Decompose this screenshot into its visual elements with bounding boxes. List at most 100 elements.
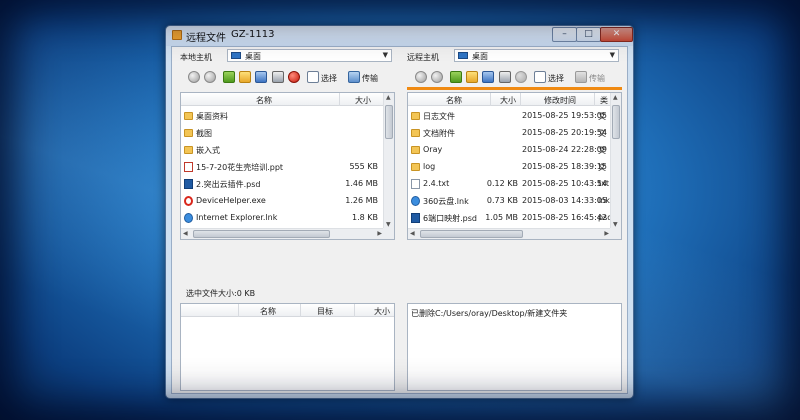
- file-name: 360云盘.lnk: [423, 197, 469, 206]
- back-icon[interactable]: [188, 71, 200, 83]
- column-type-header[interactable]: 类: [600, 95, 608, 106]
- remote-host-label: 远程主机: [407, 53, 439, 62]
- forward-icon[interactable]: [204, 71, 216, 83]
- refresh-icon[interactable]: [255, 71, 267, 83]
- transfer-name-header[interactable]: 名称: [260, 306, 276, 317]
- scroll-left-icon[interactable]: ◀: [410, 230, 415, 237]
- title-bar[interactable]: 远程文件 GZ-1113 – □ ✕: [166, 26, 633, 46]
- file-modified: 2015-08-25 19:53:05: [522, 111, 607, 120]
- file-modified: 2015-08-24 22:28:09: [522, 145, 607, 154]
- minimize-button[interactable]: –: [552, 27, 577, 42]
- transfer-size-header[interactable]: 大小: [374, 306, 390, 317]
- drive-icon[interactable]: [499, 71, 511, 83]
- file-size: 1.46 MB: [345, 179, 378, 188]
- column-name-header[interactable]: 名称: [446, 95, 462, 106]
- file-row[interactable]: log 2015-08-25 18:39:15 文: [408, 158, 611, 175]
- file-row[interactable]: 2.4.txt 0.12 KB 2015-08-25 10:43:54 txt: [408, 175, 611, 192]
- desktop-icon: [458, 52, 468, 59]
- file-size: 1.26 MB: [345, 196, 378, 205]
- scroll-left-icon[interactable]: ◀: [183, 230, 188, 237]
- file-size: 0.12 KB: [486, 179, 518, 188]
- remote-toolbar: 选择 传输: [407, 68, 622, 86]
- transfer-queue-header: 名称 目标 大小: [181, 304, 394, 317]
- local-transfer-button[interactable]: 传输: [362, 73, 378, 84]
- file-row[interactable]: 嵌入式: [181, 141, 384, 158]
- remote-transfer-button[interactable]: 传输: [589, 73, 605, 84]
- remote-file-list: 名称 大小 修改时间 类 日志文件 2015-08-25 19:53:05 文文档附…: [407, 92, 622, 240]
- column-name-header[interactable]: 名称: [256, 95, 272, 106]
- file-size: 0.73 KB: [486, 196, 518, 205]
- maximize-button[interactable]: □: [576, 27, 601, 42]
- local-toolbar: 选择 传输: [180, 68, 395, 86]
- scroll-down-icon[interactable]: ▼: [386, 221, 391, 228]
- file-name: Internet Explorer.lnk: [196, 213, 278, 222]
- scroll-thumb[interactable]: [420, 230, 523, 238]
- scroll-up-icon[interactable]: ▲: [386, 94, 391, 101]
- file-row[interactable]: Internet Explorer.lnk 1.8 KB: [181, 209, 384, 226]
- scroll-right-icon[interactable]: ▶: [604, 230, 609, 237]
- up-folder-icon[interactable]: [223, 71, 235, 83]
- folder-icon: [411, 112, 420, 120]
- file-modified: 2015-08-25 10:43:54: [522, 179, 607, 188]
- local-select-button[interactable]: 选择: [321, 73, 337, 84]
- local-path-dropdown[interactable]: 桌面 ▼: [227, 49, 392, 62]
- column-modified-header[interactable]: 修改时间: [544, 95, 576, 106]
- forward-icon[interactable]: [431, 71, 443, 83]
- transfer-target-header[interactable]: 目标: [317, 306, 333, 317]
- scroll-right-icon[interactable]: ▶: [377, 230, 382, 237]
- column-size-header[interactable]: 大小: [355, 95, 371, 106]
- window-host-code: GZ-1113: [231, 29, 275, 40]
- column-size-header[interactable]: 大小: [500, 95, 516, 106]
- file-type: 文: [598, 112, 606, 121]
- scroll-up-icon[interactable]: ▲: [613, 94, 618, 101]
- chevron-down-icon[interactable]: ▼: [383, 51, 388, 59]
- folder-icon: [411, 146, 420, 154]
- new-folder-icon[interactable]: [239, 71, 251, 83]
- file-row[interactable]: 15-7-20花生壳培训.ppt 555 KB: [181, 158, 384, 175]
- file-row[interactable]: 360云盘.lnk 0.73 KB 2015-08-03 14:33:05 lnk: [408, 192, 611, 209]
- file-type: txt: [598, 179, 610, 188]
- stop-icon[interactable]: [515, 71, 527, 83]
- transfer-icon[interactable]: [348, 71, 360, 83]
- file-row[interactable]: DeviceHelper.exe 1.26 MB: [181, 192, 384, 209]
- file-name: 6端口映射.psd: [423, 214, 477, 223]
- file-name: 桌面资料: [196, 112, 228, 121]
- remote-file-window: 远程文件 GZ-1113 – □ ✕ 本地主机 桌面 ▼ 选择 传输 名称 大小…: [165, 25, 634, 399]
- file-name: 文档附件: [423, 129, 455, 138]
- close-button[interactable]: ✕: [600, 27, 633, 42]
- select-icon[interactable]: [534, 71, 546, 83]
- transfer-icon[interactable]: [575, 71, 587, 83]
- scroll-thumb[interactable]: [612, 105, 620, 139]
- scroll-thumb[interactable]: [193, 230, 330, 238]
- drive-icon[interactable]: [272, 71, 284, 83]
- file-name: 2.4.txt: [423, 179, 450, 188]
- remote-vertical-scrollbar[interactable]: ▲ ▼: [610, 93, 621, 229]
- folder-icon: [411, 163, 420, 171]
- remote-horizontal-scrollbar[interactable]: ◀ ▶: [408, 228, 611, 239]
- file-row[interactable]: 桌面资料: [181, 107, 384, 124]
- scroll-thumb[interactable]: [385, 105, 393, 139]
- remote-path-dropdown[interactable]: 桌面 ▼: [454, 49, 619, 62]
- file-row[interactable]: 截图: [181, 124, 384, 141]
- file-size: 1.8 KB: [352, 213, 378, 222]
- file-row[interactable]: Oray 2015-08-24 22:28:09 文: [408, 141, 611, 158]
- transfer-queue: 名称 目标 大小: [180, 303, 395, 391]
- refresh-icon[interactable]: [482, 71, 494, 83]
- file-row[interactable]: 6端口映射.psd 1.05 MB 2015-08-25 16:45:42 psd: [408, 209, 612, 226]
- remote-select-button[interactable]: 选择: [548, 73, 564, 84]
- back-icon[interactable]: [415, 71, 427, 83]
- new-folder-icon[interactable]: [466, 71, 478, 83]
- chevron-down-icon[interactable]: ▼: [610, 51, 615, 59]
- file-row[interactable]: 2.突出云插件.psd 1.46 MB: [181, 175, 384, 192]
- local-vertical-scrollbar[interactable]: ▲ ▼: [383, 93, 394, 229]
- up-folder-icon[interactable]: [450, 71, 462, 83]
- file-row[interactable]: 日志文件 2015-08-25 19:53:05 文: [408, 107, 611, 124]
- local-horizontal-scrollbar[interactable]: ◀ ▶: [181, 228, 384, 239]
- selection-size-status: 选中文件大小:0 KB: [186, 289, 256, 298]
- desktop-icon: [231, 52, 241, 59]
- select-icon[interactable]: [307, 71, 319, 83]
- ppt-file-icon: [184, 162, 193, 172]
- scroll-down-icon[interactable]: ▼: [613, 221, 618, 228]
- file-row[interactable]: 文档附件 2015-08-25 20:19:54 文: [408, 124, 611, 141]
- delete-icon[interactable]: [288, 71, 300, 83]
